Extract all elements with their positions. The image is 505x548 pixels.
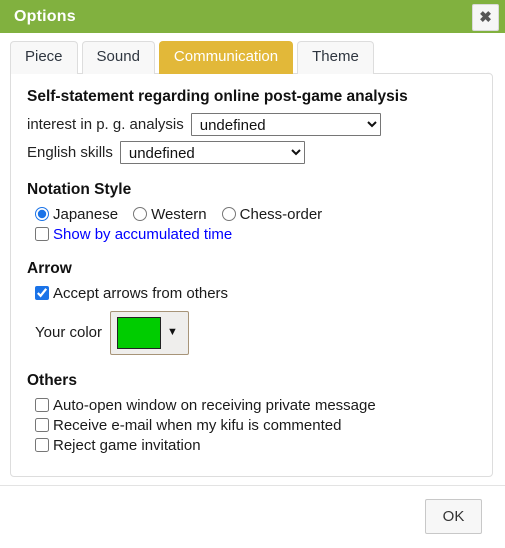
radio-japanese-input[interactable] — [35, 207, 49, 221]
accumulated-time-label[interactable]: Show by accumulated time — [53, 226, 232, 243]
accept-arrows-label[interactable]: Accept arrows from others — [53, 285, 228, 302]
receive-email-label[interactable]: Receive e-mail when my kifu is commented — [53, 417, 341, 434]
tab-piece[interactable]: Piece — [10, 41, 78, 74]
tabbar-container: Piece Sound Communication Theme — [0, 33, 505, 74]
your-color-row: Your color ▼ — [35, 310, 476, 355]
chevron-down-icon[interactable]: ▼ — [167, 327, 178, 338]
accumulated-time-row[interactable]: Show by accumulated time — [35, 226, 476, 243]
window-title: Options — [14, 7, 76, 25]
notation-style-radio-group: Japanese Western Chess-order — [35, 206, 476, 223]
tab-theme[interactable]: Theme — [297, 41, 374, 74]
others-heading: Others — [27, 371, 77, 389]
receive-email-checkbox[interactable] — [35, 418, 49, 432]
accumulated-time-checkbox[interactable] — [35, 227, 49, 241]
radio-western-label[interactable]: Western — [151, 206, 207, 223]
radio-chess-order-label[interactable]: Chess-order — [240, 206, 323, 223]
window-titlebar: Options ✖ — [0, 0, 505, 33]
interest-select[interactable]: undefined — [190, 112, 381, 136]
ok-button[interactable]: OK — [425, 499, 482, 534]
reject-invitation-row[interactable]: Reject game invitation — [35, 437, 476, 454]
reject-invitation-checkbox[interactable] — [35, 438, 49, 452]
radio-chess-order[interactable]: Chess-order — [221, 206, 323, 223]
radio-chess-order-input[interactable] — [221, 207, 236, 221]
close-icon[interactable]: ✖ — [472, 4, 499, 31]
dialog-footer: OK — [0, 484, 505, 548]
tab-sound[interactable]: Sound — [81, 41, 155, 74]
tab-communication[interactable]: Communication — [158, 41, 294, 74]
interest-row: interest in p. g. analysis undefined — [27, 112, 476, 136]
communication-tab-panel: Self-statement regarding online post-gam… — [10, 72, 493, 477]
arrow-heading: Arrow — [27, 259, 72, 277]
your-color-label: Your color — [35, 324, 102, 341]
accept-arrows-checkbox[interactable] — [35, 286, 49, 300]
auto-open-window-checkbox[interactable] — [35, 398, 49, 412]
reject-invitation-label[interactable]: Reject game invitation — [53, 437, 201, 454]
your-color-picker[interactable]: ▼ — [110, 310, 189, 355]
radio-japanese-label[interactable]: Japanese — [53, 206, 118, 223]
english-skills-select[interactable]: undefined — [119, 140, 305, 164]
english-skills-label: English skills — [27, 143, 113, 161]
accept-arrows-row[interactable]: Accept arrows from others — [35, 285, 476, 302]
auto-open-window-row[interactable]: Auto-open window on receiving private me… — [35, 397, 476, 414]
english-skills-row: English skills undefined — [27, 140, 476, 164]
radio-western[interactable]: Western — [133, 206, 207, 223]
color-swatch[interactable] — [117, 316, 161, 349]
radio-japanese[interactable]: Japanese — [35, 206, 118, 223]
interest-label: interest in p. g. analysis — [27, 115, 184, 133]
tabbar: Piece Sound Communication Theme — [10, 41, 505, 74]
notation-style-heading: Notation Style — [27, 180, 132, 198]
self-statement-heading: Self-statement regarding online post-gam… — [27, 87, 408, 105]
radio-western-input[interactable] — [133, 207, 148, 221]
auto-open-window-label[interactable]: Auto-open window on receiving private me… — [53, 397, 376, 414]
receive-email-row[interactable]: Receive e-mail when my kifu is commented — [35, 417, 476, 434]
